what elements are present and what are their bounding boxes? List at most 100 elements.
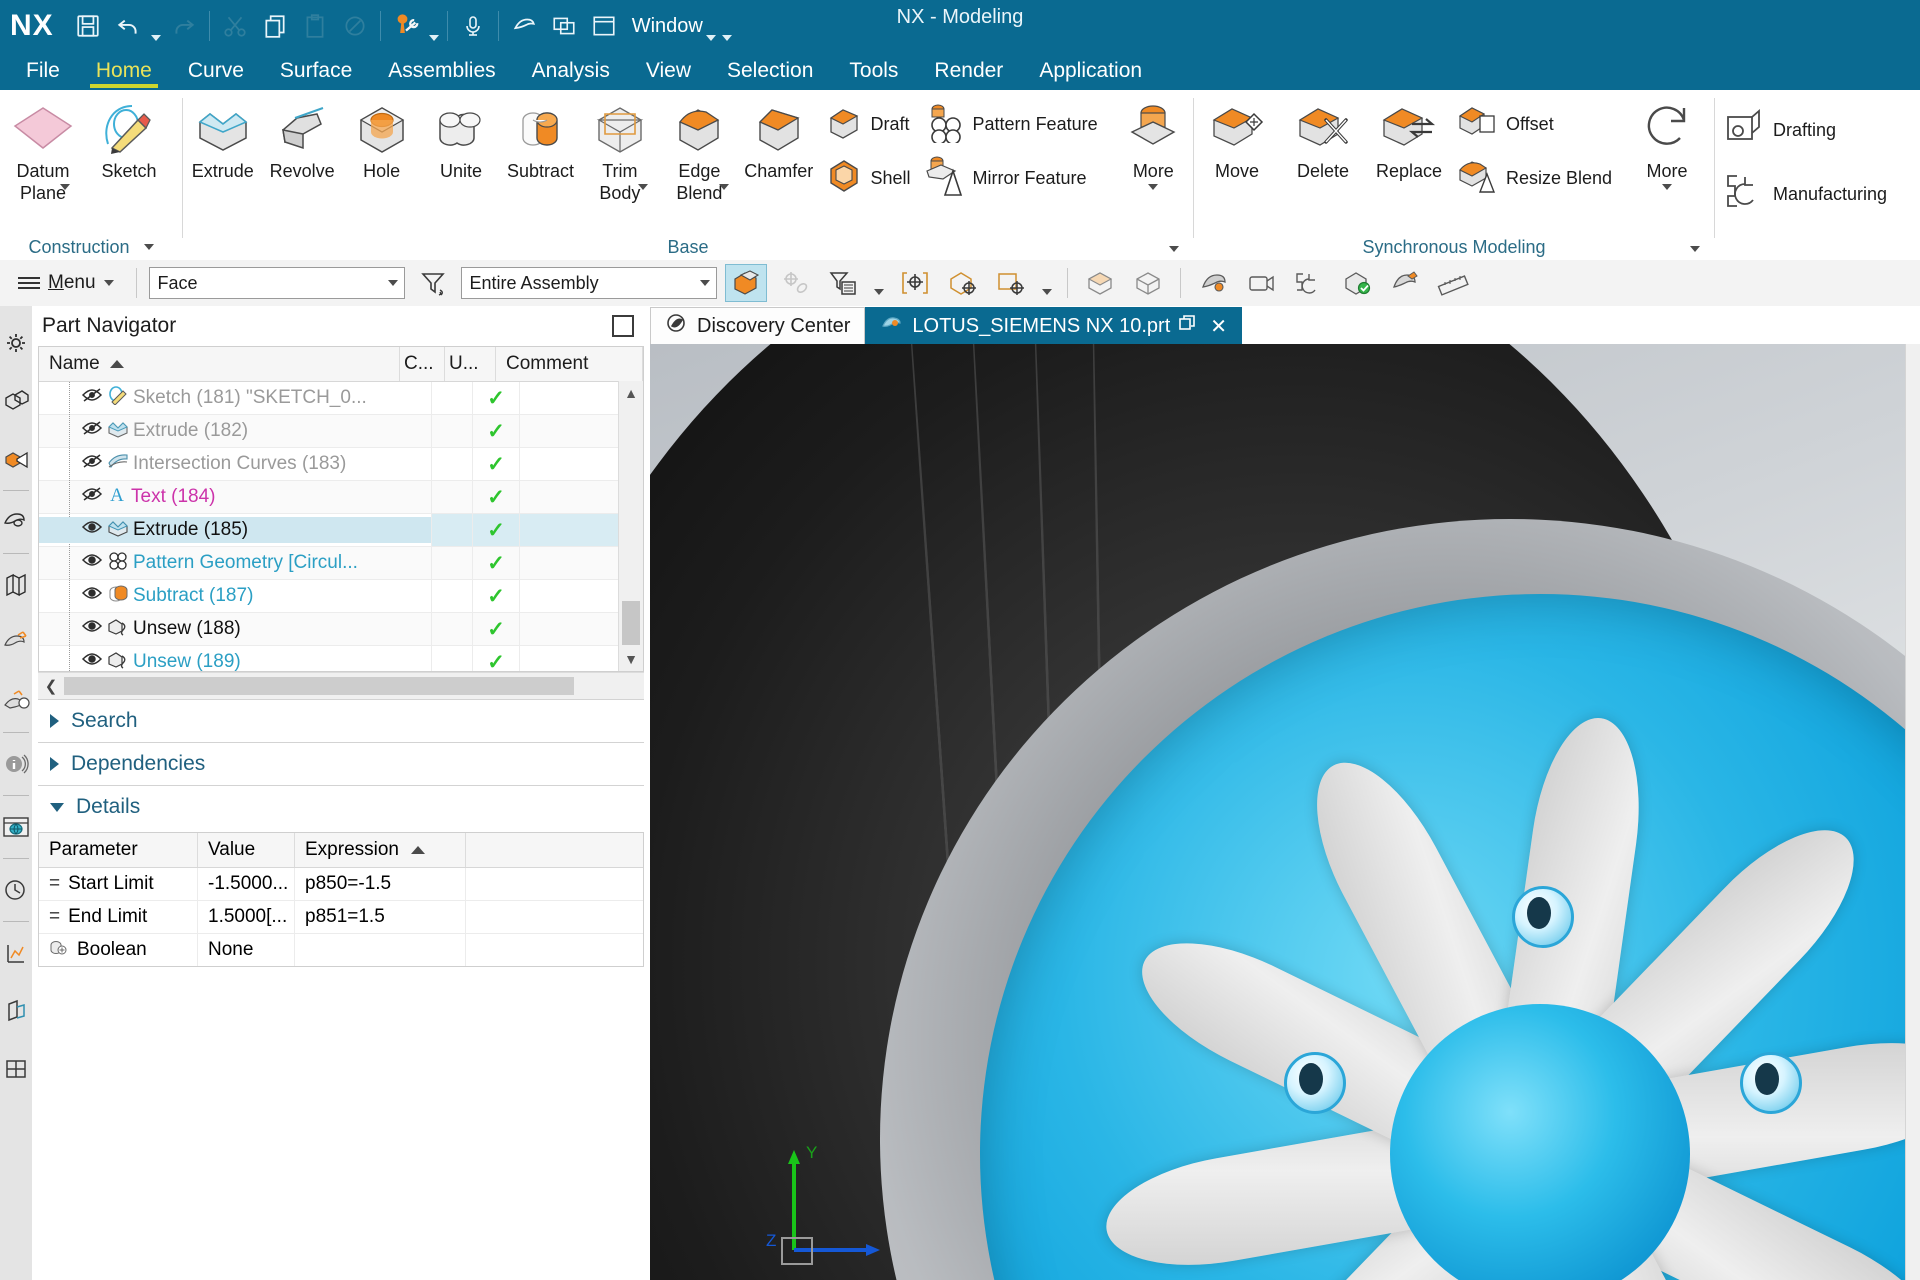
scroll-track[interactable] [64, 677, 574, 695]
region-point-caret-icon[interactable] [1039, 259, 1055, 307]
tab-surface[interactable]: Surface [262, 52, 370, 90]
eye-visible-icon[interactable] [81, 518, 103, 542]
tab-lotus-siemens-nx-part[interactable]: LOTUS_SIEMENS NX 10.prt ✕ [865, 307, 1243, 344]
history-palette-icon[interactable] [0, 556, 32, 614]
base-expand-icon[interactable] [1169, 246, 1179, 252]
eye-visible-icon[interactable] [81, 650, 103, 671]
column-header-c[interactable]: C... [400, 347, 445, 381]
filter-reset-icon[interactable] [413, 265, 453, 301]
assembly-navigator-icon[interactable] [0, 314, 32, 372]
column-header-u[interactable]: U... [445, 347, 496, 381]
delete-face-button[interactable]: Delete [1280, 96, 1366, 182]
eye-visible-icon[interactable] [81, 551, 103, 575]
process-navigator-icon[interactable] [0, 924, 32, 982]
datum-plane-caret-icon[interactable] [60, 184, 70, 190]
window-caret-icon[interactable] [703, 0, 719, 55]
scroll-down-icon[interactable]: ▼ [619, 647, 643, 671]
eye-hidden-icon[interactable] [81, 452, 103, 476]
microphone-icon[interactable] [453, 4, 493, 48]
offset-region-button[interactable]: Offset [1456, 100, 1618, 148]
web-browser-icon[interactable] [0, 798, 32, 856]
table-row[interactable]: Subtract (187) ✓ [39, 580, 643, 613]
table-row[interactable]: Intersection Curves (183) ✓ [39, 448, 643, 481]
close-icon[interactable]: ✕ [1210, 314, 1227, 339]
tab-assemblies[interactable]: Assemblies [370, 52, 513, 90]
roles-icon[interactable] [0, 982, 32, 1040]
front-view-icon[interactable] [1193, 265, 1233, 301]
tab-tools[interactable]: Tools [831, 52, 916, 90]
menu-button[interactable]: Menu [8, 266, 124, 300]
edge-blend-button[interactable]: Edge Blend [660, 96, 739, 203]
tab-file[interactable]: File [8, 52, 78, 90]
base-more-caret-icon[interactable] [1148, 184, 1159, 190]
trim-body-button[interactable]: Trim Body [580, 96, 659, 203]
snap-point-icon[interactable] [895, 265, 935, 301]
system-scene-icon[interactable] [0, 672, 32, 730]
move-face-button[interactable]: Move [1194, 96, 1280, 182]
redo-icon[interactable] [164, 4, 204, 48]
draft-button[interactable]: Draft [823, 100, 917, 148]
tree-vertical-scrollbar[interactable]: ▲ ▼ [618, 381, 643, 671]
customize-rail-icon[interactable] [0, 1040, 32, 1098]
undo-caret-icon[interactable] [148, 0, 164, 55]
sketch-button[interactable]: Sketch [86, 96, 172, 182]
table-row[interactable]: Extrude (185) ✓ [39, 514, 643, 547]
tab-view[interactable]: View [628, 52, 709, 90]
measure-icon[interactable] [1433, 265, 1473, 301]
sync-more-button[interactable]: More [1624, 96, 1710, 190]
details-column-expression[interactable]: Expression [295, 833, 466, 867]
cut-icon[interactable] [215, 4, 255, 48]
table-row[interactable]: Unsew (189) ✓ [39, 646, 643, 671]
section-details[interactable]: Details [38, 785, 644, 828]
customize-icon[interactable] [386, 4, 426, 48]
paste-icon[interactable] [295, 4, 335, 48]
extrude-button[interactable]: Extrude [183, 96, 262, 182]
reuse-library-icon[interactable] [0, 493, 32, 551]
tab-curve[interactable]: Curve [170, 52, 262, 90]
drafting-button[interactable]: Drafting [1723, 106, 1893, 154]
select-solid-icon[interactable] [724, 264, 767, 302]
table-row[interactable]: Pattern Geometry [Circul... ✓ [39, 547, 643, 580]
scroll-thumb[interactable] [622, 601, 640, 645]
eye-visible-icon[interactable] [81, 617, 103, 641]
constraint-navigator-icon[interactable] [0, 430, 32, 488]
region-point-icon[interactable] [991, 265, 1031, 301]
eye-hidden-icon[interactable] [81, 419, 103, 443]
move-object-icon[interactable] [1385, 265, 1425, 301]
window-tile-icon[interactable] [544, 4, 584, 48]
hd3d-tools-icon[interactable] [0, 614, 32, 672]
tab-render[interactable]: Render [916, 52, 1021, 90]
history-icon[interactable] [0, 861, 32, 919]
revolve-button[interactable]: Revolve [262, 96, 341, 182]
table-row[interactable]: = End Limit 1.5000[... p851=1.5 [39, 901, 643, 934]
camera-icon[interactable] [1241, 265, 1281, 301]
face-point-icon[interactable] [943, 265, 983, 301]
column-header-name[interactable]: Name [39, 347, 400, 381]
subtract-button[interactable]: Subtract [501, 96, 580, 182]
sync-more-caret-icon[interactable] [1662, 184, 1673, 190]
window-icon[interactable] [584, 4, 624, 48]
scroll-up-icon[interactable]: ▲ [619, 381, 643, 405]
section-dependencies[interactable]: Dependencies [38, 742, 644, 785]
window-menu-label[interactable]: Window [632, 15, 703, 38]
wireframe-render-icon[interactable] [1128, 265, 1168, 301]
assembly-scope-select[interactable]: Entire Assembly [460, 267, 717, 299]
tab-analysis[interactable]: Analysis [514, 52, 628, 90]
datum-plane-button[interactable]: Datum Plane [0, 96, 86, 203]
table-row[interactable]: Sketch (181) "SKETCH_0... ✓ [39, 382, 643, 415]
selection-filter-icon[interactable] [823, 265, 863, 301]
column-header-comment[interactable]: Comment [496, 347, 643, 381]
scope-filter-caret-icon[interactable] [387, 280, 398, 286]
resize-blend-button[interactable]: Resize Blend [1456, 154, 1618, 202]
mirror-feature-button[interactable]: Mirror Feature [923, 154, 1104, 202]
unite-button[interactable]: Unite [421, 96, 500, 182]
copy-icon[interactable] [255, 4, 295, 48]
manufacturing-button[interactable]: Manufacturing [1723, 170, 1893, 218]
tab-discovery-center[interactable]: Discovery Center [650, 307, 866, 344]
sync-expand-icon[interactable] [1690, 246, 1700, 252]
table-row[interactable]: A Text (184) ✓ [39, 481, 643, 514]
graphics-viewport[interactable]: Y Z [650, 344, 1920, 1280]
eye-hidden-icon[interactable] [81, 386, 103, 410]
scope-filter-select[interactable]: Face [148, 267, 405, 299]
menu-caret-icon[interactable] [103, 280, 114, 286]
